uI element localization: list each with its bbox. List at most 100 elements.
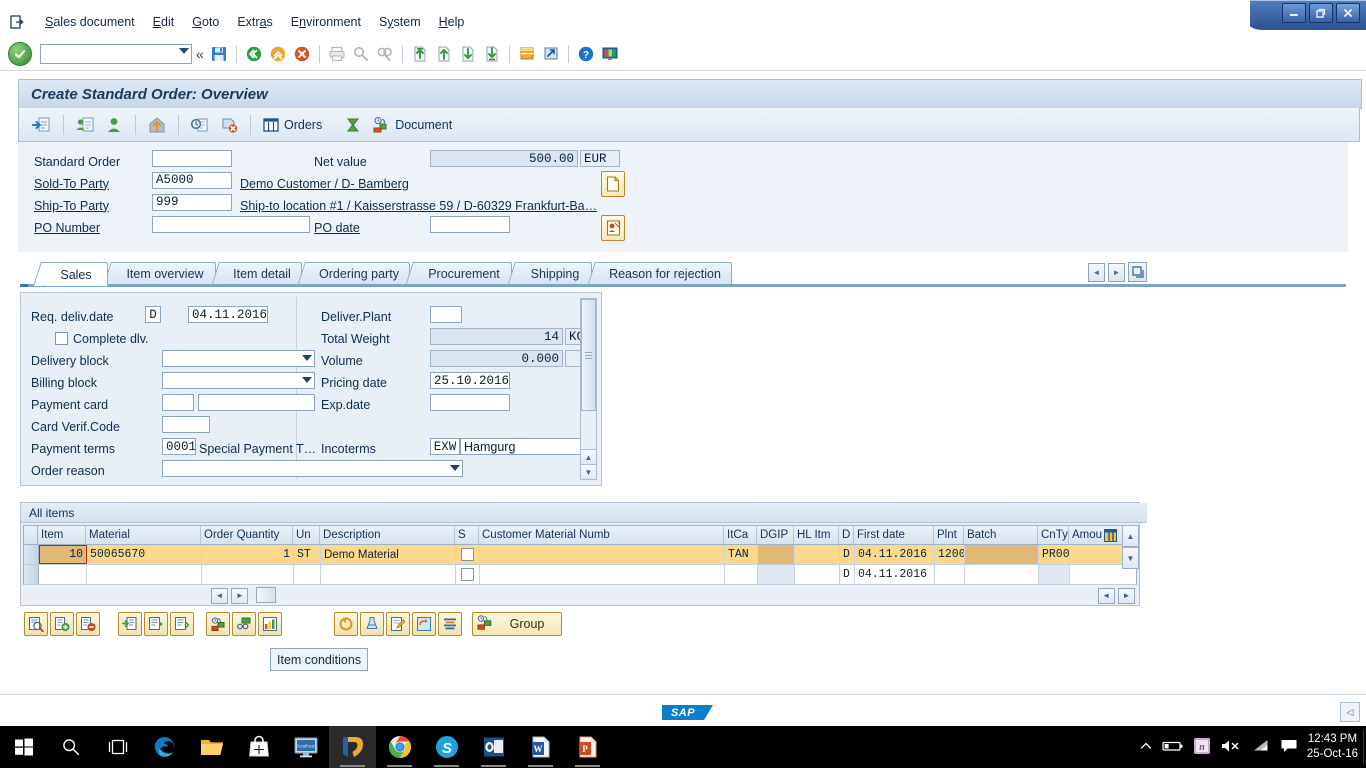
- req-deliv-date-type-field[interactable]: D: [145, 306, 161, 323]
- item-list-icon[interactable]: [170, 612, 194, 636]
- tab-reason-for-rejection[interactable]: Reason for rejection: [587, 262, 732, 286]
- sort-icon[interactable]: [438, 612, 462, 636]
- save-icon[interactable]: [208, 43, 230, 65]
- payment-terms-input[interactable]: 0001: [162, 438, 196, 455]
- search-icon[interactable]: [47, 726, 94, 768]
- remote-desktop-icon[interactable]: localhost: [282, 726, 329, 768]
- app-tray-icon[interactable]: n: [1193, 737, 1211, 758]
- menu-environment[interactable]: Environment: [282, 12, 370, 32]
- start-button[interactable]: [0, 726, 47, 768]
- item-details-icon[interactable]: [118, 612, 142, 636]
- row-checkbox[interactable]: [461, 548, 474, 561]
- availability-icon[interactable]: [187, 112, 213, 138]
- cell-amou[interactable]: [1070, 545, 1103, 564]
- show-desktop-divider[interactable]: [1363, 730, 1364, 764]
- menu-help[interactable]: Help: [430, 12, 474, 32]
- cell-material[interactable]: [87, 565, 202, 584]
- enter-ok-icon[interactable]: [8, 42, 32, 66]
- cell-d[interactable]: D: [840, 545, 855, 564]
- card-verif-code-input[interactable]: [162, 416, 210, 433]
- cell-description[interactable]: Demo Material: [321, 545, 456, 564]
- cell-cnty[interactable]: PR00: [1039, 545, 1070, 564]
- close-button[interactable]: [1336, 3, 1360, 23]
- volume-muted-icon[interactable]: [1220, 738, 1242, 757]
- cell-s[interactable]: [456, 545, 480, 564]
- column-header-order-quantity[interactable]: Order Quantity: [201, 526, 293, 544]
- items-page-right-button[interactable]: ►: [1118, 587, 1135, 604]
- print-icon[interactable]: [326, 43, 348, 65]
- cell-itca[interactable]: [725, 565, 758, 584]
- cell-item[interactable]: 10: [39, 545, 87, 564]
- cell-order-quantity[interactable]: 1: [202, 545, 294, 564]
- restore-button[interactable]: [1309, 3, 1333, 23]
- cell-itca[interactable]: TAN: [725, 545, 758, 564]
- items-scroll-right-button[interactable]: ►: [231, 587, 249, 604]
- previous-page-icon[interactable]: [433, 43, 455, 65]
- req-deliv-date-input[interactable]: 04.11.2016: [188, 306, 268, 323]
- cell-batch[interactable]: [965, 545, 1039, 564]
- system-menu-icon[interactable]: [8, 13, 26, 31]
- cell-customer-material-numb[interactable]: [480, 545, 725, 564]
- ship-to-party-description[interactable]: Ship-to location #1 / Kaisserstrasse 59 …: [240, 199, 597, 213]
- cell-un[interactable]: ST: [294, 545, 321, 564]
- deliver-plant-input[interactable]: [430, 306, 462, 323]
- tab-list-button[interactable]: [1128, 262, 1147, 282]
- tab-scroll-right-button[interactable]: ►: [1108, 262, 1125, 282]
- standard-order-input[interactable]: [152, 150, 232, 167]
- create-shortcut-icon[interactable]: [540, 43, 562, 65]
- cell-hl-itm[interactable]: [795, 565, 840, 584]
- delete-item-icon[interactable]: [76, 612, 100, 636]
- powerpoint-icon[interactable]: P: [564, 726, 611, 768]
- cell-hl-itm[interactable]: [795, 545, 840, 564]
- cell-cnty[interactable]: [1039, 565, 1070, 584]
- schedule-lines-icon[interactable]: [144, 612, 168, 636]
- table-row[interactable]: 10 50065670 1 ST Demo Material TAN D 04.…: [23, 545, 1137, 565]
- item-statistics-icon[interactable]: [258, 612, 282, 636]
- menu-sales-document[interactable]: Sales document: [36, 12, 144, 32]
- po-number-input[interactable]: [152, 216, 310, 233]
- cell-order-quantity[interactable]: [202, 565, 294, 584]
- copy-item-icon[interactable]: [412, 612, 436, 636]
- column-header-amou[interactable]: Amou: [1069, 526, 1102, 544]
- document-page-icon[interactable]: [601, 171, 625, 197]
- chrome-icon[interactable]: [376, 726, 423, 768]
- column-header-un[interactable]: Un: [293, 526, 320, 544]
- row-selector-cell[interactable]: [24, 545, 39, 564]
- sap-logon-icon[interactable]: [329, 726, 376, 768]
- refresh-icon[interactable]: [334, 612, 358, 636]
- partner-icon[interactable]: [101, 112, 127, 138]
- first-page-icon[interactable]: [409, 43, 431, 65]
- cell-material[interactable]: 50065670: [87, 545, 202, 564]
- group-button[interactable]: Group: [472, 612, 562, 636]
- availability-check-icon[interactable]: [206, 612, 230, 636]
- billing-block-dropdown[interactable]: [162, 372, 315, 389]
- items-scroll-up-button[interactable]: ▲: [1122, 525, 1139, 547]
- cell-dgip[interactable]: [758, 545, 795, 564]
- next-page-icon[interactable]: [457, 43, 479, 65]
- tab-item-detail[interactable]: Item detail: [211, 262, 302, 286]
- last-page-icon[interactable]: [481, 43, 503, 65]
- tab-scroll-left-button[interactable]: ◄: [1088, 262, 1105, 282]
- incoterms-description-input[interactable]: Hamgurg: [460, 438, 596, 455]
- action-center-icon[interactable]: [1280, 738, 1298, 757]
- orders-button[interactable]: Orders: [259, 112, 325, 138]
- row-selector-cell[interactable]: [24, 565, 39, 584]
- column-header-description[interactable]: Description: [320, 526, 455, 544]
- column-header-material[interactable]: Material: [86, 526, 201, 544]
- exp-date-input[interactable]: [430, 394, 510, 411]
- battery-icon[interactable]: [1162, 739, 1184, 756]
- menu-extras[interactable]: Extras: [228, 12, 281, 32]
- table-row[interactable]: D 04.11.2016: [23, 565, 1137, 585]
- items-horizontal-scroll-thumb[interactable]: [255, 587, 276, 603]
- column-header-batch[interactable]: Batch: [964, 526, 1038, 544]
- display-header-details-icon[interactable]: [72, 112, 98, 138]
- status-bar-resize-handle[interactable]: ◁: [1340, 702, 1360, 722]
- items-scroll-down-button[interactable]: ▼: [1122, 547, 1139, 569]
- cell-plnt[interactable]: [935, 565, 965, 584]
- outlook-icon[interactable]: [470, 726, 517, 768]
- column-header-dgip[interactable]: DGIP: [757, 526, 794, 544]
- document-button[interactable]: Document: [368, 112, 455, 138]
- column-header-customer-material-numb[interactable]: Customer Material Numb: [479, 526, 724, 544]
- item-conditions-button[interactable]: Item conditions: [270, 648, 369, 671]
- chevron-down-icon[interactable]: [179, 48, 189, 54]
